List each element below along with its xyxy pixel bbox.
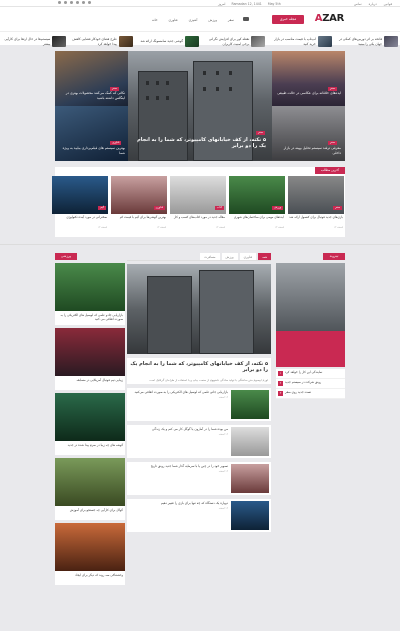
list-thumb	[231, 501, 269, 531]
nav-item-travel[interactable]: سفر	[226, 17, 236, 23]
left-card[interactable]: گوگل برای کارآیی چه جستجو برای آموزش	[55, 458, 125, 520]
page: امروز Ramadan 12, 1441 May 5th تماس دربا…	[0, 0, 400, 631]
feature-post-main[interactable]: سفر ۵ نکته، از کف خیابانهای کامپیوتر، که…	[128, 51, 272, 161]
category-tabs: همه فناوری ورزش مسافرت	[127, 253, 271, 261]
list-item[interactable]: دوپاره یک دستگاه که چه تنها برای بازی را…	[127, 499, 271, 533]
list-thumb	[231, 390, 269, 420]
latest-card[interactable]: سفر بازی‌های جدید فوتبال برای کنسول ارائ…	[288, 176, 344, 234]
latest-card[interactable]: کتاب مقاله جدید در مورد کتاب‌های کسب و ک…	[170, 176, 226, 234]
right-column: تیتروند ۱ نمایندگی این کار را خواهد کرد ۲…	[276, 253, 345, 631]
ticker-thumb	[251, 36, 266, 47]
top-link-contact[interactable]: تماس	[354, 2, 362, 6]
social-links	[58, 1, 91, 4]
tab-sport[interactable]: ورزش	[221, 253, 238, 260]
ticker-thumb	[185, 36, 200, 47]
ticker-thumb	[52, 36, 67, 47]
nav-item-home[interactable]: خانه	[150, 17, 160, 23]
date-today: امروز	[218, 1, 226, 6]
date-hijri: Ramadan 12, 1441	[231, 1, 262, 6]
twitter-icon[interactable]	[64, 1, 67, 4]
big-post-excerpt: لورم ایپسوم متن ساختگی با تولید سادگی نا…	[127, 376, 271, 385]
list-item[interactable]: بازاریابی جادو علمی که لوسیل های الکتریک…	[127, 388, 271, 422]
left-card-image	[55, 263, 125, 311]
date-info: امروز Ramadan 12, 1441 May 5th	[218, 2, 281, 6]
right-list-item[interactable]: ۲ رونق شرکت در سیستم جدید	[276, 379, 345, 389]
feature-post-right-top[interactable]: سفر ایده‌های خلاقانه برای عکاسی در حالت …	[272, 51, 345, 106]
magazine-badge[interactable]: مجله خبری	[272, 15, 304, 24]
feature-post-left-bottom[interactable]: فناوری بهترین سیستم های فیلم‌برداری بیای…	[55, 106, 128, 161]
left-card[interactable]: زیبایی تیم فوتبال آمریکایی در مسابقه	[55, 328, 125, 390]
site-header: AZAR مجله خبری خانه فناوری آشپزی ورزش سف…	[0, 7, 400, 47]
feature-post-left-top[interactable]: سفر نکاتی که کمک می‌کنند محصولات بهتری د…	[55, 51, 128, 106]
latest-card[interactable]: گیم سخنرانی در مورد آینده تکنولوژی ۱۲ اس…	[52, 176, 108, 234]
card-image: کتاب	[170, 176, 226, 214]
big-post-title[interactable]: ۵ نکته، از کف خیابانهای کامپیوتر، که شما…	[127, 358, 271, 377]
news-ticker: فاتحه بر اثر دوربین‌های کمکی در جهان یکی…	[0, 31, 400, 51]
tab-all[interactable]: همه	[258, 253, 271, 260]
youtube-icon[interactable]	[76, 1, 79, 4]
right-top-image	[276, 263, 345, 331]
date-greg: May 5th	[267, 1, 281, 6]
feature-post-right-bottom[interactable]: سفر معرفی ترفند سیستم تحلیل بهینه در باز…	[272, 106, 345, 161]
list-thumb	[231, 427, 269, 457]
right-top-post[interactable]	[276, 263, 345, 367]
latest-card[interactable]: ورزش ایده‌های مهمی برای ساختمان‌های شهری…	[229, 176, 285, 234]
latest-strip-title: آخرین مطالب	[315, 167, 345, 174]
facebook-icon[interactable]	[58, 1, 61, 4]
middle-column: همه فناوری ورزش مسافرت ۵ نکته، از کف خیا…	[127, 253, 271, 631]
nav-item-sport[interactable]: ورزش	[206, 17, 219, 23]
ticker-item[interactable]: طرح فضای خودکار فضایی کاهش پیدا خواهد کر…	[68, 32, 133, 51]
big-post[interactable]	[127, 264, 271, 354]
card-image: سفر	[288, 176, 344, 214]
ticker-item[interactable]: لپ‌تاپ با قیمت مناسب در بازار خرید کنید	[267, 32, 332, 51]
nav-item-tech[interactable]: فناوری	[167, 17, 180, 23]
top-link-rules[interactable]: قوانین	[384, 2, 392, 6]
tab-travel[interactable]: مسافرت	[200, 253, 220, 260]
top-bar: امروز Ramadan 12, 1441 May 5th تماس دربا…	[0, 0, 400, 7]
right-list: ۱ نمایندگی این کار را خواهد کرد ۲ رونق شرک…	[276, 369, 345, 399]
ticker-item[interactable]: گوشی جدید سامسونگ ارائه شد	[135, 32, 200, 51]
latest-card[interactable]: فناوری بهترین گوشی‌ها برای گیم با قیمت ک…	[111, 176, 167, 234]
left-card-image	[55, 393, 125, 441]
left-card[interactable]: گوشه های چه زیبا در سرم پیدا شده در جدید	[55, 393, 125, 455]
site-logo[interactable]: AZAR	[315, 13, 345, 24]
left-column: ورزشی بازاریابی جادو علمی که لوسیل های ا…	[55, 253, 125, 631]
big-post-image	[127, 264, 271, 354]
list-thumb	[231, 464, 269, 494]
search-icon[interactable]	[242, 17, 249, 21]
latest-cards: سفر بازی‌های جدید فوتبال برای کنسول ارائ…	[52, 176, 345, 234]
main-content: تیتروند ۱ نمایندگی این کار را خواهد کرد ۲…	[55, 253, 345, 631]
ticker-thumb	[317, 36, 332, 47]
list-item[interactable]: تصویر خود را در چین یا با سرمایه گذار شم…	[127, 462, 271, 496]
right-list-item[interactable]: ۳ تست جدید روی سفر	[276, 389, 345, 399]
left-column-title: ورزشی	[55, 253, 77, 260]
ticker-item[interactable]: سیستم‌ها در حال ارتقا برای کارآیی بیشتر	[2, 32, 67, 51]
tab-tech[interactable]: فناوری	[239, 253, 257, 260]
left-card[interactable]: بازاریابی جادو علمی که لوسیل های الکتریک…	[55, 263, 125, 325]
list-item[interactable]: من بوده شما را در آمارون یا گوگل کار می …	[127, 425, 271, 459]
ticker-thumb	[118, 36, 133, 47]
pinterest-icon[interactable]	[82, 1, 85, 4]
featured-slider: سفر نکاتی که کمک می‌کنند محصولات بهتری د…	[55, 51, 345, 161]
card-image: فناوری	[111, 176, 167, 214]
ticker-item[interactable]: فاتحه بر اثر دوربین‌های کمکی در جهان یکی…	[334, 32, 398, 51]
left-card-image	[55, 328, 125, 376]
latest-strip: آخرین مطالب سفر بازی‌های جدید فوتبال برا…	[52, 167, 345, 237]
ticker-item[interactable]: نقطه کور برای افزایش نگرانی برخی امنیت ک…	[201, 32, 266, 51]
top-link-about[interactable]: درباره	[369, 2, 377, 6]
instagram-icon[interactable]	[70, 1, 73, 4]
card-image: گیم	[52, 176, 108, 214]
left-card-image	[55, 458, 125, 506]
left-card[interactable]: وحشتناکی سه روند که دیگر برای ایجاد	[55, 523, 125, 585]
card-image: ورزش	[229, 176, 285, 214]
right-column-title: تیتروند	[323, 253, 345, 260]
main-nav: خانه فناوری آشپزی ورزش سفر	[150, 17, 249, 23]
left-card-image	[55, 523, 125, 571]
top-links: تماس درباره قوانین	[354, 2, 392, 6]
right-list-item[interactable]: ۱ نمایندگی این کار را خواهد کرد	[276, 369, 345, 379]
section-divider	[0, 244, 400, 245]
ticker-thumb	[384, 36, 398, 47]
rss-icon[interactable]	[88, 1, 91, 4]
nav-item-cooking[interactable]: آشپزی	[187, 17, 200, 23]
